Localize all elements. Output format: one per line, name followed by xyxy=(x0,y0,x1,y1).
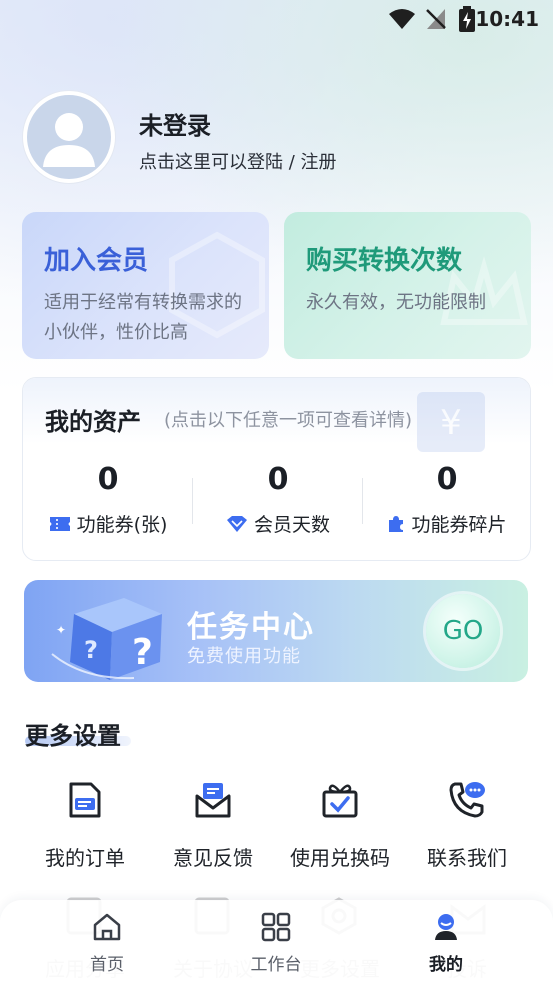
nav-label: 我的 xyxy=(429,955,463,975)
settings-item-label: 我的订单 xyxy=(45,846,125,870)
battery-charging-icon xyxy=(459,6,475,32)
more-settings-section: 更多设置 xyxy=(25,716,131,751)
svg-text:✦: ✦ xyxy=(56,623,66,637)
settings-item-feedback[interactable]: 意见反馈 xyxy=(149,778,277,871)
diamond-icon xyxy=(226,515,247,532)
settings-item-label: 意见反馈 xyxy=(173,846,253,870)
order-icon xyxy=(69,782,101,818)
nav-item-mine[interactable]: 我的 xyxy=(401,910,491,975)
nav-item-home[interactable]: 首页 xyxy=(62,910,152,975)
settings-item-orders[interactable]: 我的订单 xyxy=(21,778,149,871)
asset-value: 0 xyxy=(267,462,289,497)
wifi-icon xyxy=(389,9,415,29)
svg-text:?: ? xyxy=(132,632,153,673)
workbench-icon xyxy=(261,912,291,942)
svg-text:¥: ¥ xyxy=(440,403,462,443)
svg-text:?: ? xyxy=(84,636,98,664)
bottom-nav: 首页 工作台 我的 xyxy=(0,900,553,983)
settings-item-label: 联系我们 xyxy=(427,846,507,870)
my-assets-card: ¥ 我的资产 (点击以下任意一项可查看详情) 0 功能券(张) 0 会员天数 0 xyxy=(22,377,531,561)
task-title: 任务中心 xyxy=(187,610,315,645)
nav-label: 首页 xyxy=(90,955,124,975)
asset-label: 功能券碎片 xyxy=(411,514,507,536)
profile-name[interactable]: 未登录 xyxy=(139,106,211,141)
status-time: 10:41 xyxy=(475,7,539,31)
no-signal-icon xyxy=(426,9,446,29)
puzzle-icon xyxy=(389,515,404,532)
mystery-box-icon: ? ? ✦ xyxy=(51,598,162,680)
login-register-link[interactable]: 点击这里可以登陆 / 注册 xyxy=(139,148,337,174)
nav-label: 工作台 xyxy=(250,955,302,975)
vip-title: 加入会员 xyxy=(44,246,149,276)
asset-label: 会员天数 xyxy=(253,514,330,536)
buy-desc: 永久有效，无功能限制 xyxy=(306,292,486,313)
nav-item-workbench[interactable]: 工作台 xyxy=(231,910,321,975)
feedback-icon xyxy=(195,783,231,818)
buy-conversions-card[interactable]: 购买转换次数 永久有效，无功能限制 xyxy=(284,212,531,359)
assets-title: 我的资产 xyxy=(45,408,141,436)
section-title: 更多设置 xyxy=(25,722,121,750)
avatar[interactable] xyxy=(23,91,115,183)
yen-card-deco-icon: ¥ xyxy=(417,392,485,452)
asset-vip-days[interactable]: 0 会员天数 xyxy=(193,460,363,550)
redeem-code-icon xyxy=(322,784,358,818)
home-icon xyxy=(93,913,121,941)
settings-item-contact[interactable]: 联系我们 xyxy=(403,778,531,871)
asset-coupon-fragments[interactable]: 0 功能券碎片 xyxy=(362,460,530,550)
asset-label: 功能券(张) xyxy=(76,514,168,536)
contact-icon xyxy=(449,782,485,818)
settings-item-redeem[interactable]: 使用兑换码 xyxy=(276,778,404,871)
asset-value: 0 xyxy=(436,462,458,497)
user-silhouette-icon xyxy=(43,113,95,167)
settings-item-label: 使用兑换码 xyxy=(290,846,390,870)
task-center-banner[interactable]: ? ? ✦ 任务中心 免费使用功能 GO xyxy=(24,580,528,682)
ticket-icon xyxy=(49,516,70,531)
profile-icon xyxy=(435,914,457,940)
buy-title: 购买转换次数 xyxy=(306,246,463,276)
vip-desc: 适用于经常有转换需求的小伙伴，性价比高 xyxy=(44,292,242,343)
assets-hint: (点击以下任意一项可查看详情) xyxy=(164,410,413,431)
asset-coupons[interactable]: 0 功能券(张) xyxy=(23,460,193,550)
task-subtitle: 免费使用功能 xyxy=(187,646,301,667)
asset-value: 0 xyxy=(97,462,119,497)
go-button[interactable]: GO xyxy=(426,594,500,668)
join-vip-card[interactable]: 加入会员 适用于经常有转换需求的小伙伴，性价比高 xyxy=(22,212,269,359)
status-bar: 10:41 xyxy=(0,0,553,40)
